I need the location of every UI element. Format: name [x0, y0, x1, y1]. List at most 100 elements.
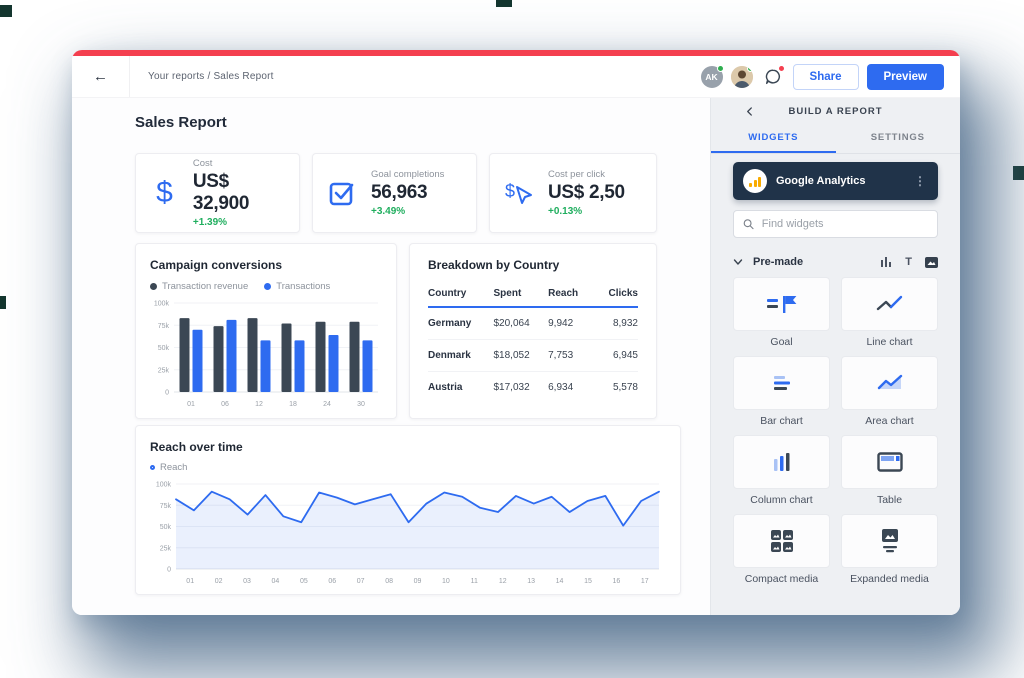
svg-text:18: 18 [289, 401, 297, 408]
widget-grid: Goal Line chart [733, 277, 938, 585]
widget-area-chart[interactable]: Area chart [841, 356, 938, 427]
tab-settings[interactable]: SETTINGS [836, 124, 961, 153]
share-button[interactable]: Share [793, 64, 859, 90]
widget-search[interactable] [733, 210, 938, 238]
data-source-card[interactable]: Google Analytics ⋮ [733, 162, 938, 200]
svg-text:12: 12 [499, 578, 507, 585]
svg-text:25k: 25k [158, 367, 170, 374]
widget-expanded-media[interactable]: Expanded media [841, 514, 938, 585]
avatar-ak[interactable]: AK [701, 66, 723, 88]
table-widget-icon [877, 452, 903, 472]
widget-tile[interactable] [733, 356, 830, 410]
widget-goal[interactable]: Goal [733, 277, 830, 348]
search-icon [743, 218, 754, 230]
widget-column-chart[interactable]: Column chart [733, 435, 830, 506]
kpi-value: US$ 32,900 [193, 171, 287, 215]
table-row: Austria $17,032 6,934 5,578 [428, 372, 638, 404]
chevron-left-icon [745, 107, 754, 116]
legend-transaction-revenue: Transaction revenue [150, 281, 248, 292]
online-status-dot [717, 65, 724, 72]
widget-tile[interactable] [841, 356, 938, 410]
svg-text:06: 06 [328, 578, 336, 585]
kpi-card-goal-completions[interactable]: Goal completions 56,963 +3.49% [312, 153, 477, 233]
media-widgets-filter-button[interactable] [925, 257, 938, 268]
kpi-label: Goal completions [371, 169, 444, 180]
search-input[interactable] [762, 218, 928, 230]
column-chart-widget-icon [772, 451, 792, 473]
widget-tile[interactable] [841, 514, 938, 568]
svg-text:14: 14 [556, 578, 564, 585]
chart-widgets-filter-button[interactable] [880, 256, 892, 268]
widget-compact-media[interactable]: Compact media [733, 514, 830, 585]
report-canvas: Sales Report $ Cost US$ 32,900 +1.39% [72, 98, 710, 615]
cell-country: Austria [428, 372, 494, 404]
avatar-photo[interactable] [731, 66, 753, 88]
widget-tile[interactable] [733, 277, 830, 331]
campaign-bar-chart: 100k75k50k25k0010612182430 [150, 296, 382, 412]
svg-text:24: 24 [323, 401, 331, 408]
widget-tile[interactable] [841, 277, 938, 331]
media-filter-icon [925, 257, 938, 268]
widget-label: Bar chart [760, 415, 803, 427]
back-arrow-icon: ← [93, 68, 108, 85]
widget-bar-chart[interactable]: Bar chart [733, 356, 830, 427]
legend-label: Reach [160, 462, 187, 473]
cell-reach: 9,942 [548, 307, 593, 340]
kpi-card-cost[interactable]: $ Cost US$ 32,900 +1.39% [135, 153, 300, 233]
svg-text:75k: 75k [160, 503, 172, 510]
line-chart-widget-icon [876, 294, 904, 314]
widget-tile[interactable] [733, 514, 830, 568]
reach-line-chart: 100k75k50k25k001020304050607080910111213… [150, 477, 667, 589]
country-table-widget[interactable]: Breakdown by Country Country Spent Reach… [409, 243, 657, 419]
widget-tile[interactable] [733, 435, 830, 489]
kpi-value: US$ 2,50 [548, 182, 625, 204]
dollar-icon: $ [156, 176, 173, 210]
kebab-menu-icon[interactable]: ⋮ [912, 174, 928, 188]
google-analytics-icon [743, 169, 767, 193]
tab-widgets[interactable]: WIDGETS [711, 124, 836, 153]
cell-country: Denmark [428, 340, 494, 372]
widget-tile[interactable] [841, 435, 938, 489]
widget-line-chart[interactable]: Line chart [841, 277, 938, 348]
compact-media-widget-icon [769, 528, 795, 554]
svg-text:04: 04 [272, 578, 280, 585]
cell-spent: $20,064 [494, 307, 549, 340]
svg-text:13: 13 [527, 578, 535, 585]
reach-over-time-widget[interactable]: Reach over time Reach 100k75k50k25k00102… [135, 425, 681, 595]
back-button[interactable]: ← [72, 56, 130, 97]
widget-table[interactable]: Table [841, 435, 938, 506]
svg-text:08: 08 [385, 578, 393, 585]
svg-text:25k: 25k [160, 545, 172, 552]
widget-label: Compact media [745, 573, 819, 585]
page-title: Sales Report [135, 114, 227, 131]
decorative-square [0, 5, 12, 17]
sidebar-collapse-button[interactable] [741, 103, 757, 119]
breadcrumb[interactable]: Your reports / Sales Report [148, 71, 274, 82]
notification-dot [778, 65, 785, 72]
svg-text:12: 12 [255, 401, 263, 408]
svg-text:01: 01 [187, 401, 195, 408]
column-header: Reach [548, 282, 593, 307]
svg-text:16: 16 [612, 578, 620, 585]
table-row: Germany $20,064 9,942 8,932 [428, 307, 638, 340]
svg-text:100k: 100k [154, 301, 170, 308]
section-collapse-toggle[interactable] [733, 257, 743, 267]
svg-text:11: 11 [471, 578, 478, 585]
expanded-media-widget-icon [879, 528, 901, 554]
kpi-value: 56,963 [371, 182, 444, 204]
widget-title: Breakdown by Country [428, 258, 638, 272]
country-table: Country Spent Reach Clicks Germany $20,0… [428, 282, 638, 403]
decorative-square [496, 0, 512, 7]
text-widgets-filter-button[interactable]: T [905, 256, 912, 268]
widget-label: Expanded media [850, 573, 929, 585]
decorative-square [1013, 166, 1024, 180]
campaign-conversions-widget[interactable]: Campaign conversions Transaction revenue… [135, 243, 397, 419]
comments-button[interactable] [761, 65, 785, 89]
svg-text:75k: 75k [158, 323, 170, 330]
cell-clicks: 8,932 [593, 307, 638, 340]
preview-button[interactable]: Preview [867, 64, 944, 90]
cell-spent: $18,052 [494, 340, 549, 372]
svg-text:0: 0 [167, 567, 171, 574]
table-row: Denmark $18,052 7,753 6,945 [428, 340, 638, 372]
kpi-card-cost-per-click[interactable]: $ Cost per click US$ 2,50 +0.13% [489, 153, 657, 233]
